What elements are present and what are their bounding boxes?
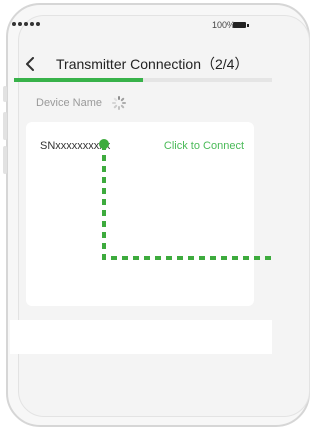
pointer-dot — [99, 139, 109, 149]
pointer-guide-line — [99, 139, 272, 260]
